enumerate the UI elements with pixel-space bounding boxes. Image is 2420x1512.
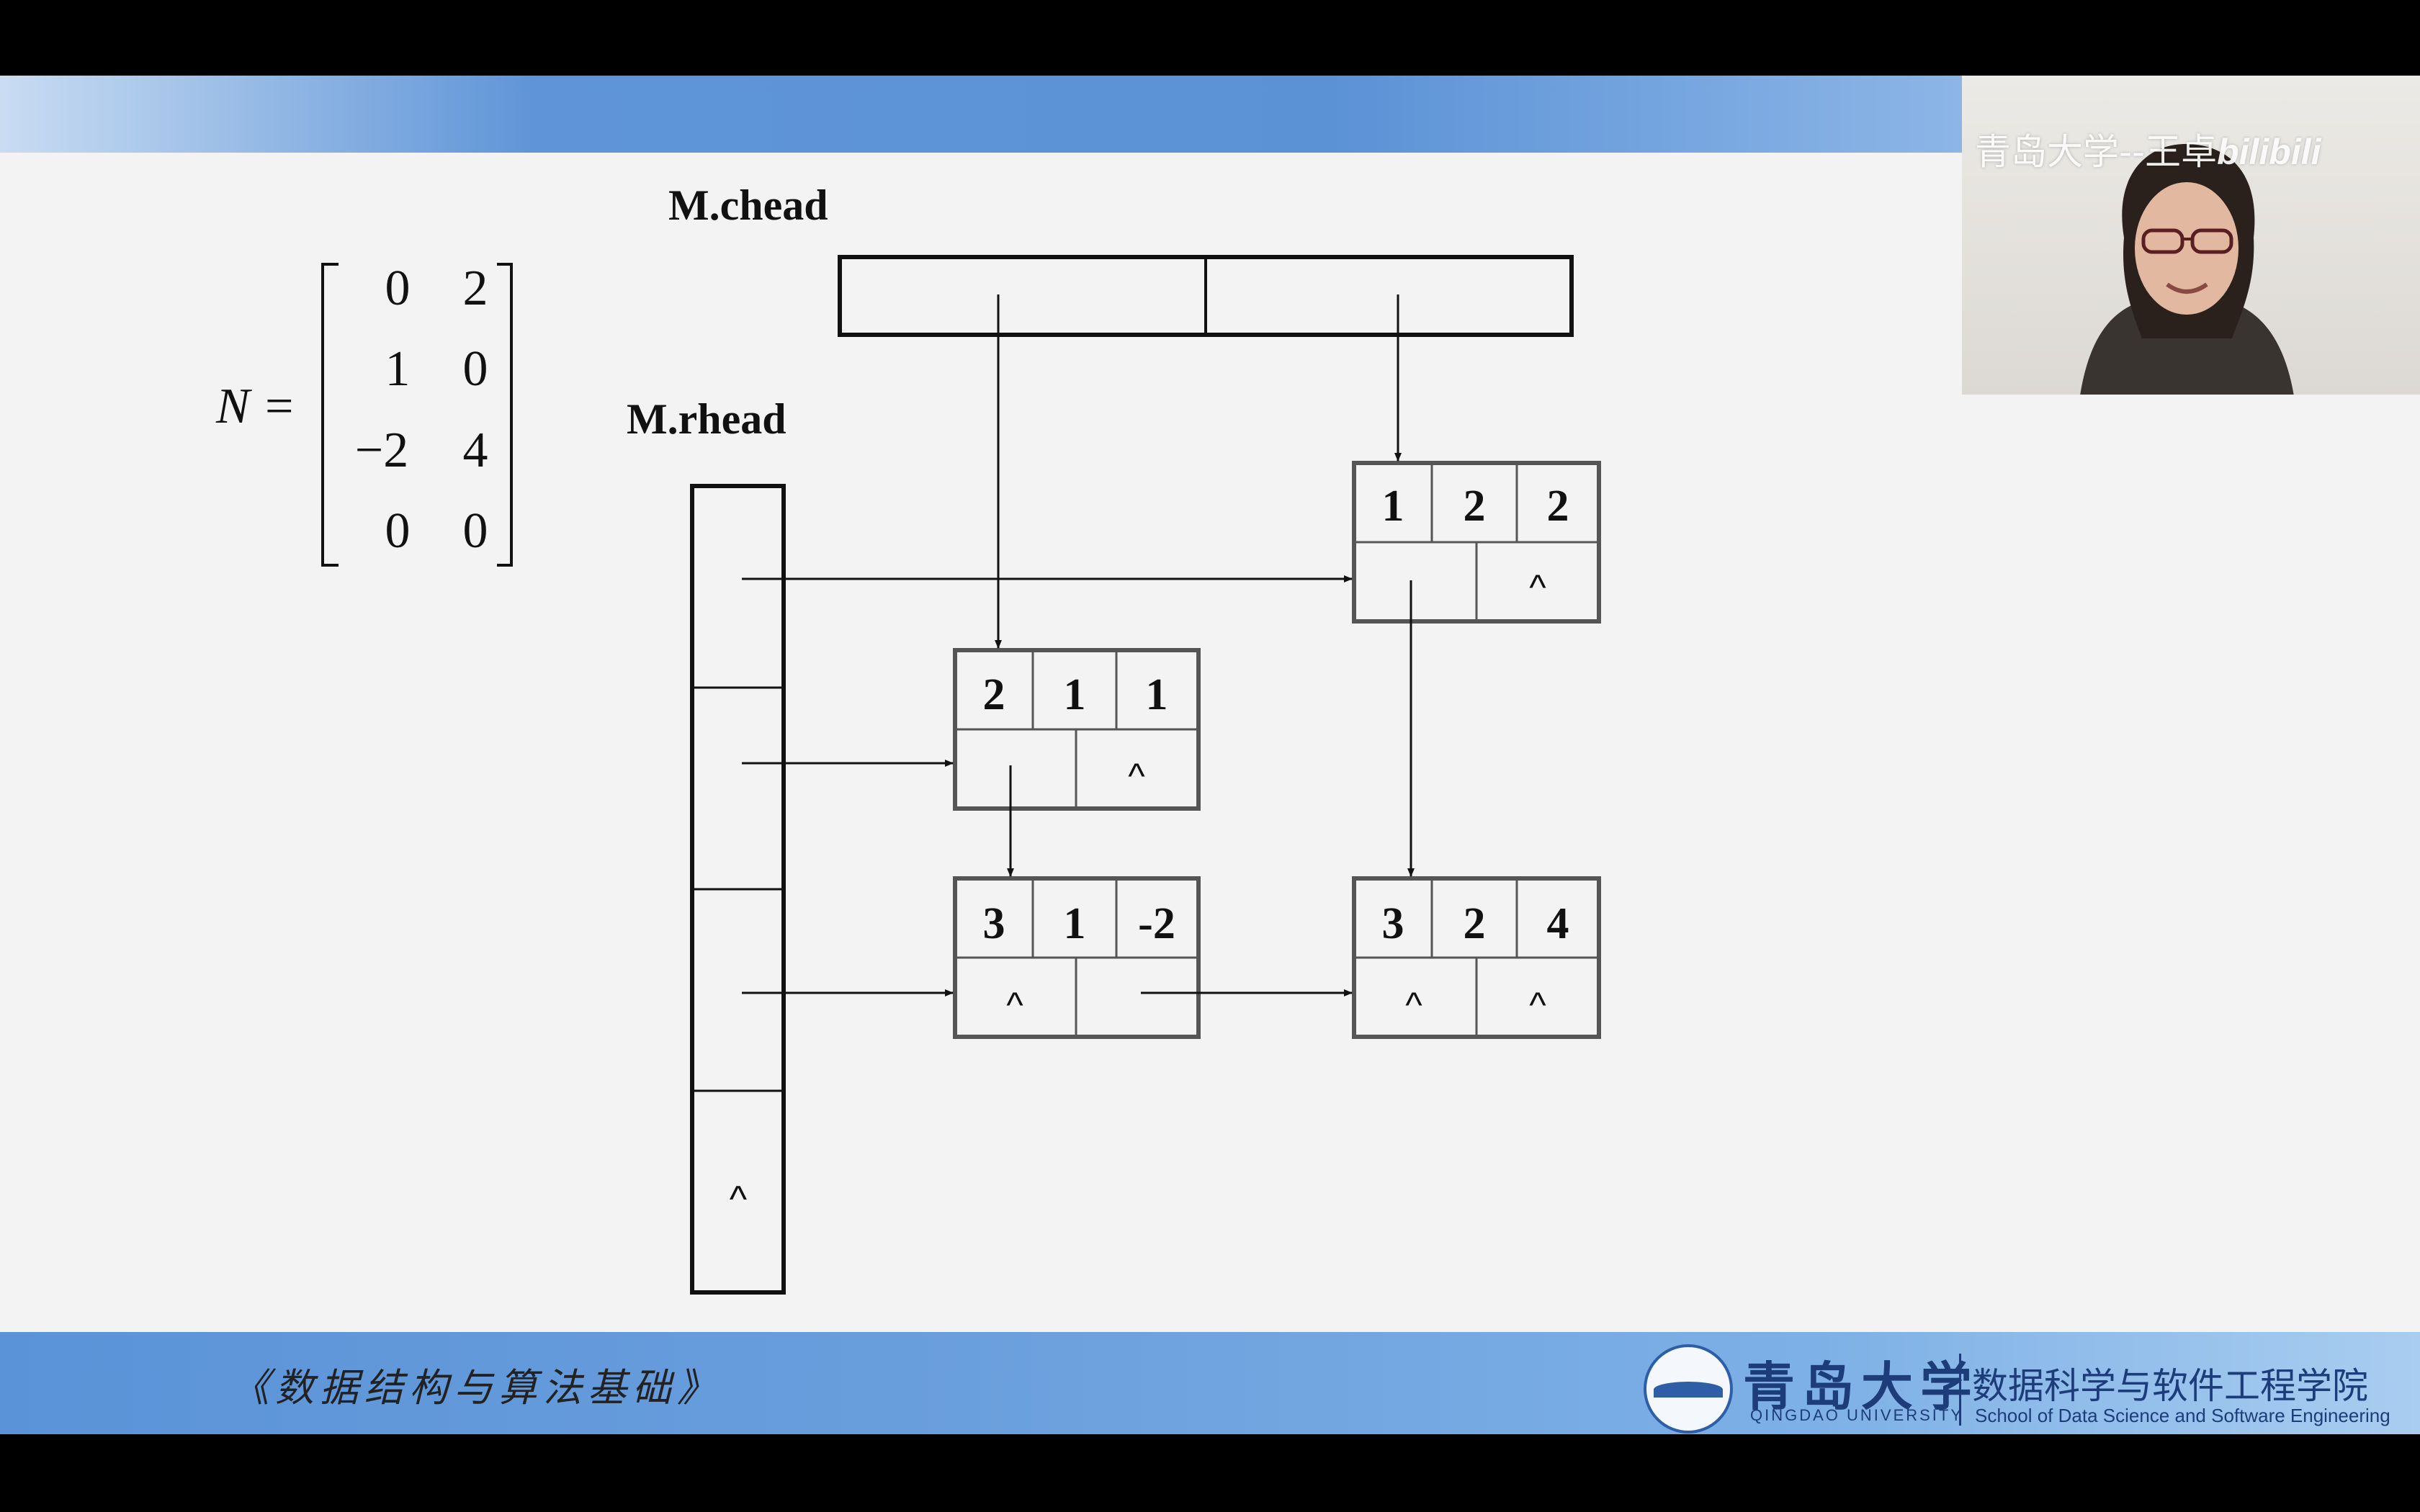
matrix-right-bracket xyxy=(497,263,513,567)
rhead-label: M.rhead xyxy=(627,395,786,443)
node-null-symbol: ^ xyxy=(1529,985,1546,1025)
matrix-n: N = 0 2 1 0 −2 4 0 0 xyxy=(215,261,513,567)
chead-label: M.chead xyxy=(668,181,828,229)
matrix-cell: 1 xyxy=(385,341,411,397)
node-3-1-neg2: 3 1 -2 ^ xyxy=(953,876,1201,1039)
node-cell: -2 xyxy=(1138,899,1175,948)
matrix-cell: 0 xyxy=(463,503,488,559)
watermark-text: 青岛大学--王卓 xyxy=(1975,131,2218,173)
node-2-1-1: 2 1 1 ^ xyxy=(953,648,1201,811)
school-name: 数据科学与软件工程学院 xyxy=(1972,1365,2368,1407)
node-cell: 3 xyxy=(1382,899,1404,948)
matrix-cell: 0 xyxy=(463,341,488,397)
webcam-overlay: 青岛大学--王卓bilibili xyxy=(1962,76,2420,395)
node-cell: 1 xyxy=(1064,899,1086,948)
bilibili-logo-icon: bilibili xyxy=(2217,132,2321,172)
matrix-cell: 2 xyxy=(463,261,488,316)
node-1-2-2: 1 2 2 ^ xyxy=(1352,461,1601,624)
node-cell: 2 xyxy=(983,670,1005,719)
university-emblem-icon xyxy=(1644,1344,1733,1434)
node-null-symbol: ^ xyxy=(1128,756,1145,796)
node-cell: 1 xyxy=(1146,670,1168,719)
node-cell: 4 xyxy=(1547,899,1569,948)
node-3-2-4: 3 2 4 ^ ^ xyxy=(1352,876,1601,1039)
course-title: 《数据结构与算法基础》 xyxy=(230,1365,722,1410)
video-watermark: 青岛大学--王卓bilibili xyxy=(1975,123,2321,175)
node-cell: 2 xyxy=(1547,482,1569,531)
matrix-cell: 4 xyxy=(463,423,488,478)
matrix-cell: 0 xyxy=(385,261,411,316)
node-cell: 3 xyxy=(983,899,1005,948)
rhead-array: ^ xyxy=(690,484,786,1295)
matrix-cell: −2 xyxy=(355,423,408,478)
matrix-name: N xyxy=(215,379,252,434)
matrix-left-bracket xyxy=(321,263,339,567)
school-name-en: School of Data Science and Software Engi… xyxy=(1975,1405,2390,1426)
node-null-symbol: ^ xyxy=(1405,985,1422,1025)
matrix-cell: 0 xyxy=(385,503,411,559)
matrix-equals: = xyxy=(265,379,293,434)
logo-divider xyxy=(1959,1354,1961,1426)
node-cell: 1 xyxy=(1382,482,1404,531)
rhead-null-symbol: ^ xyxy=(730,1179,748,1220)
node-cell: 1 xyxy=(1064,670,1086,719)
chead-array xyxy=(838,255,1574,337)
university-name-en: QINGDAO UNIVERSITY xyxy=(1750,1406,1964,1424)
node-null-symbol: ^ xyxy=(1006,985,1023,1025)
node-null-symbol: ^ xyxy=(1529,567,1546,608)
node-cell: 2 xyxy=(1464,899,1486,948)
node-cell: 2 xyxy=(1464,482,1486,531)
